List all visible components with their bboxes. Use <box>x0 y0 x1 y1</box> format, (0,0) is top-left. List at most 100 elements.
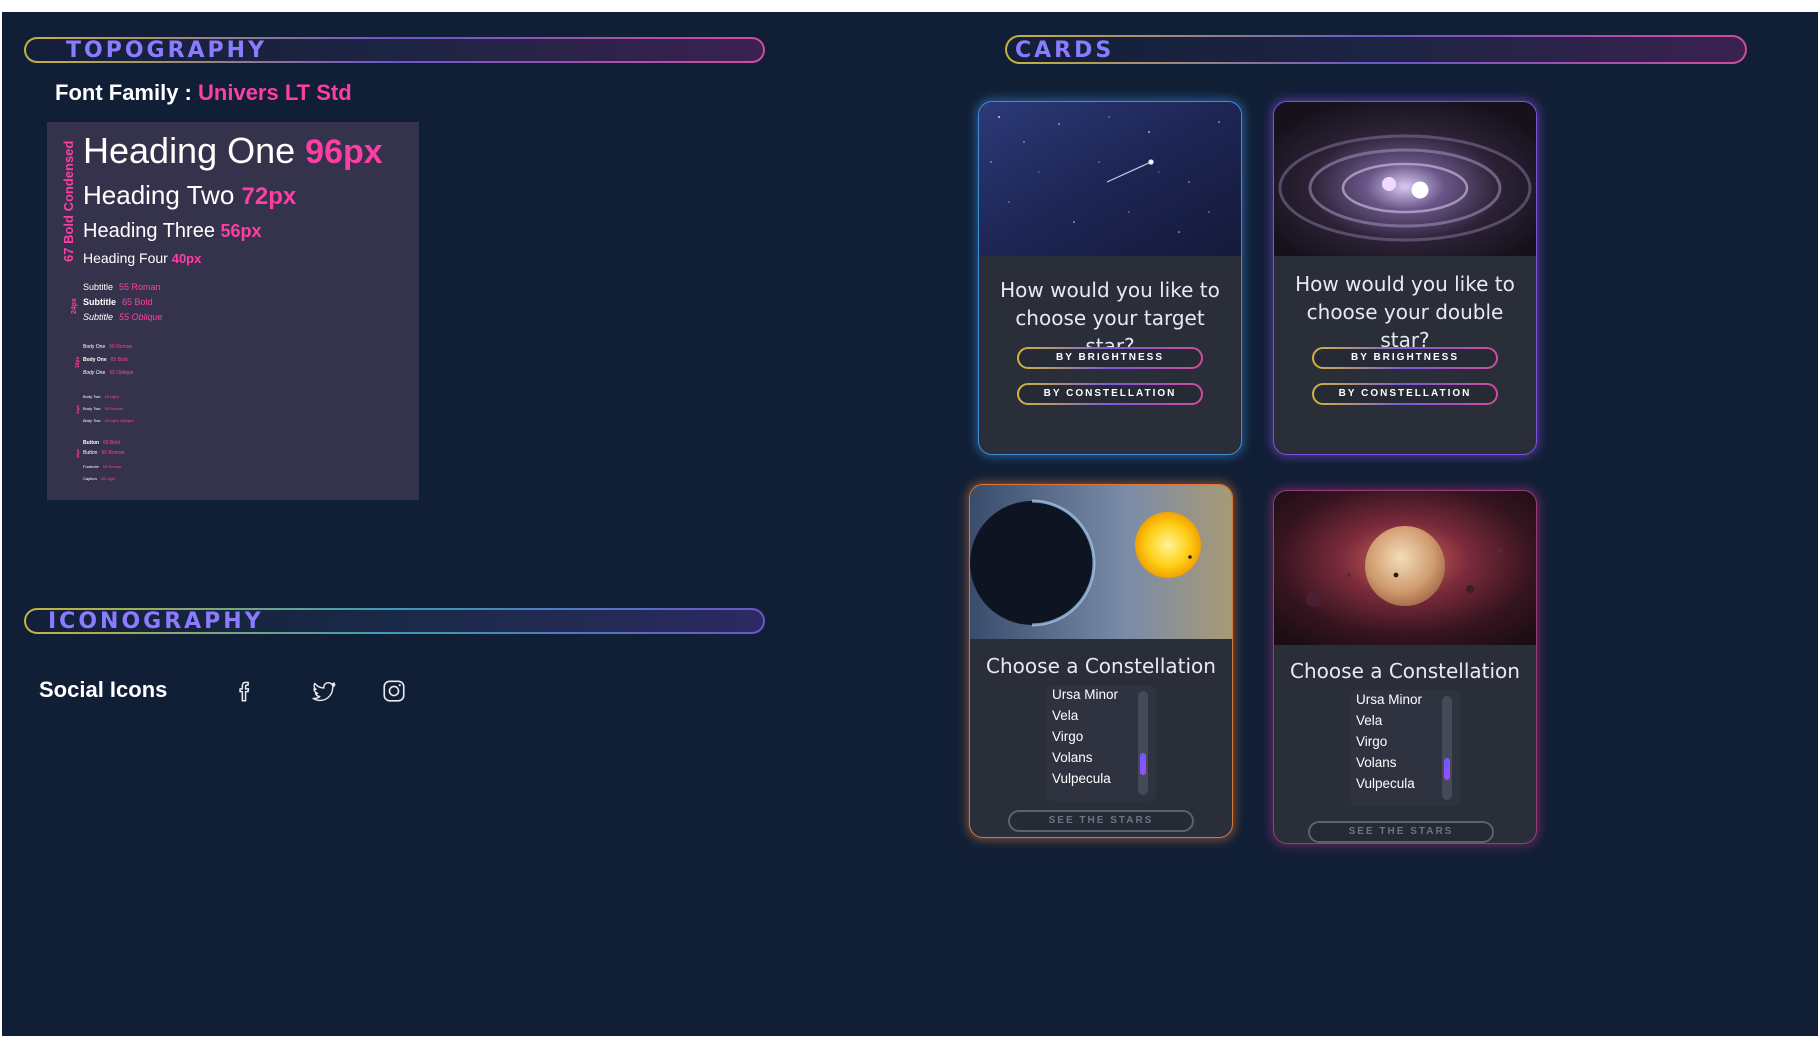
subtitle-label: Subtitle <box>83 312 114 322</box>
constellation-option[interactable]: Vela <box>1356 713 1382 728</box>
heading-four-label: Heading Four <box>83 250 168 266</box>
button-bold: Button 65 Bold <box>83 440 120 446</box>
typography-section-header: TOPOGRAPHY <box>24 37 765 63</box>
constellation-option[interactable]: Ursa Minor <box>1052 687 1118 702</box>
see-the-stars-button[interactable]: SEE THE STARS <box>1008 810 1194 832</box>
choose-constellation-title: Choose a Constellation <box>1290 659 1520 683</box>
heading-three-size: 56px <box>220 221 262 241</box>
double-star-question: How would you like to choose your double… <box>1295 272 1515 352</box>
heading-one-sample: Heading One 96px <box>83 130 383 172</box>
heading-two-label: Heading Two <box>83 180 235 210</box>
body-two-light: Body Two 45 Light <box>83 394 119 399</box>
cards-section-header: CARDS <box>1005 35 1747 64</box>
body-two-weight: 45 Light Oblique <box>104 418 134 423</box>
constellation-listbox[interactable]: Ursa Minor Vela Virgo Volans Vulpecula <box>1350 690 1460 806</box>
constellation-option[interactable]: Vulpecula <box>1356 776 1415 791</box>
scrollbar-thumb[interactable] <box>1140 753 1146 775</box>
constellation-option[interactable]: Vulpecula <box>1052 771 1111 786</box>
caption-label: Caption <box>83 476 97 481</box>
type-scale-panel: 67 Bold Condensed Heading One 96px Headi… <box>47 122 419 500</box>
heading-one-size: 96px <box>305 133 383 171</box>
body-two-oblique: Body Two 45 Light Oblique <box>83 418 134 423</box>
caption-weight: 45 Light <box>100 476 116 481</box>
footnote-weight: 55 Roman <box>102 464 122 469</box>
footnote-label: Footnote <box>83 464 99 469</box>
by-constellation-button[interactable]: BY CONSTELLATION <box>1017 383 1203 405</box>
constellation-option[interactable]: Ursa Minor <box>1356 692 1422 707</box>
subtitle-weight: 55 Roman <box>119 282 161 292</box>
by-brightness-button[interactable]: BY BRIGHTNESS <box>1312 347 1498 369</box>
heading-one-label: Heading One <box>83 130 296 171</box>
body-one-label: Body One <box>83 357 107 363</box>
starfield-image <box>979 102 1241 256</box>
twitter-icon[interactable] <box>311 678 337 704</box>
caption-sample: Caption 45 Light <box>83 476 115 481</box>
button-sample-weight: 65 Bold <box>103 440 121 446</box>
red-star-image <box>1274 491 1536 645</box>
body-two-size-label: 14px <box>75 404 80 414</box>
font-family-value: Univers LT Std <box>198 80 352 105</box>
subtitle-bold: Subtitle 65 Bold <box>83 297 153 307</box>
button-sample-label: Button <box>83 450 98 456</box>
body-one-bold: Body One 65 Bold <box>83 357 128 363</box>
body-one-label: Body One <box>83 370 106 376</box>
heading-three-sample: Heading Three 56px <box>83 220 262 243</box>
button-sample-weight: 55 Roman <box>101 450 125 456</box>
body-one-size-label: 16px <box>75 356 81 368</box>
typography-section-title: TOPOGRAPHY <box>66 38 268 63</box>
subtitle-weight: 65 Bold <box>122 297 153 307</box>
body-two-weight: 55 Roman <box>104 406 123 411</box>
button-roman: Button 55 Roman <box>83 450 125 456</box>
body-two-label: Body Two <box>83 406 101 411</box>
body-two-weight: 45 Light <box>104 394 119 399</box>
social-icons-label: Social Icons <box>39 677 168 702</box>
by-brightness-button[interactable]: BY BRIGHTNESS <box>1017 347 1203 369</box>
constellation-option[interactable]: Vela <box>1052 708 1078 723</box>
iconography-section-title: ICONOGRAPHY <box>48 609 264 634</box>
target-star-card: How would you like to choose your target… <box>978 101 1242 455</box>
body-one-label: Body One <box>83 344 106 350</box>
instagram-icon[interactable] <box>381 678 407 704</box>
iconography-section-header: ICONOGRAPHY <box>24 608 765 634</box>
body-one-weight: 55 Oblique <box>109 370 134 376</box>
body-one-oblique: Body One 55 Oblique <box>83 370 133 376</box>
constellation-card-red-star: Choose a Constellation Ursa Minor Vela V… <box>1273 490 1537 844</box>
body-two-roman: Body Two 55 Roman <box>83 406 123 411</box>
button-sample-label: Button <box>83 440 100 446</box>
planet-sun-image <box>970 485 1232 639</box>
subtitle-oblique: Subtitle 55 Oblique <box>83 312 163 322</box>
facebook-icon[interactable] <box>233 678 259 704</box>
subtitle-weight: 55 Oblique <box>119 312 163 322</box>
heading-four-size: 40px <box>171 251 202 266</box>
heading-three-label: Heading Three <box>83 220 215 242</box>
constellation-option[interactable]: Virgo <box>1356 734 1387 749</box>
double-star-card: How would you like to choose your double… <box>1273 101 1537 455</box>
double-star-image <box>1274 102 1536 256</box>
button-size-label: 16px <box>75 448 80 458</box>
heading-four-sample: Heading Four 40px <box>83 250 201 266</box>
condensed-label: 67 Bold Condensed <box>61 140 76 262</box>
constellation-option[interactable]: Volans <box>1052 750 1093 765</box>
constellation-option[interactable]: Volans <box>1356 755 1397 770</box>
constellation-card-planet: Choose a Constellation Ursa Minor Vela V… <box>969 484 1233 838</box>
see-the-stars-button[interactable]: SEE THE STARS <box>1308 821 1494 843</box>
constellation-option[interactable]: Virgo <box>1052 729 1083 744</box>
listbox-scrollbar[interactable] <box>1138 691 1148 795</box>
by-constellation-button[interactable]: BY CONSTELLATION <box>1312 383 1498 405</box>
footnote-sample: Footnote 55 Roman <box>83 464 121 469</box>
font-family-label: Font Family : <box>55 80 192 105</box>
listbox-scrollbar[interactable] <box>1442 696 1452 800</box>
heading-two-sample: Heading Two 72px <box>83 180 296 211</box>
body-one-weight: 65 Bold <box>110 357 128 363</box>
font-family-line: Font Family : Univers LT Std <box>55 80 352 106</box>
subtitle-label: Subtitle <box>83 297 116 307</box>
heading-two-size: 72px <box>241 183 297 210</box>
subtitle-size-label: 24px <box>71 298 78 314</box>
cards-section-title: CARDS <box>1015 38 1115 63</box>
body-one-roman: Body One 55 Roman <box>83 344 132 350</box>
body-two-label: Body Two <box>83 394 101 399</box>
scrollbar-thumb[interactable] <box>1444 758 1450 780</box>
subtitle-roman: Subtitle 55 Roman <box>83 282 161 292</box>
constellation-listbox[interactable]: Ursa Minor Vela Virgo Volans Vulpecula <box>1046 685 1156 801</box>
subtitle-label: Subtitle <box>83 282 114 292</box>
